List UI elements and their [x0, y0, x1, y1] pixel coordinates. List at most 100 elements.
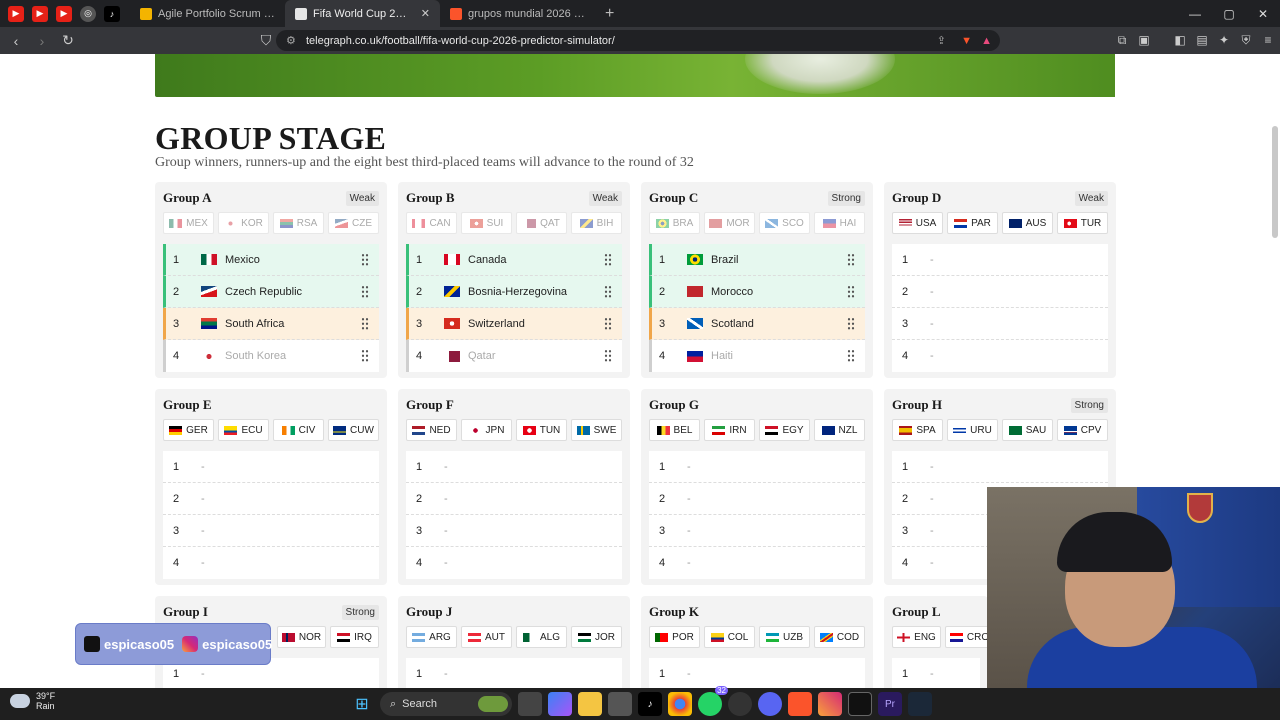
team-chip-cze[interactable]: CZE: [328, 212, 379, 234]
tiktok-app-icon[interactable]: ♪: [638, 692, 662, 716]
page-scrollbar[interactable]: [1272, 126, 1278, 238]
standings-slot[interactable]: 3-: [892, 308, 1108, 340]
team-chip-rsa[interactable]: RSA: [273, 212, 324, 234]
tiktok-pinned-tab-icon[interactable]: ♪: [104, 5, 120, 22]
chess-pinned-tab-icon[interactable]: ◎: [80, 5, 96, 22]
browser-tab[interactable]: Agile Portfolio Scrum 6B - Presentac: [130, 0, 285, 27]
taskbar-search[interactable]: ⌕ Search: [380, 692, 512, 716]
store-icon[interactable]: [608, 692, 632, 716]
team-chip-irn[interactable]: IRN: [704, 419, 755, 441]
team-chip-sui[interactable]: SUI: [461, 212, 512, 234]
windows-start-icon[interactable]: ⊞: [350, 692, 374, 716]
standings-slot[interactable]: 1 Canada: [406, 244, 622, 276]
site-info-icon[interactable]: ⚙: [286, 34, 296, 47]
drag-handle-icon[interactable]: [361, 285, 369, 299]
standings-slot[interactable]: 1 Mexico: [163, 244, 379, 276]
team-chip-aus[interactable]: AUS: [1002, 212, 1053, 234]
team-chip-jpn[interactable]: JPN: [461, 419, 512, 441]
discord-icon[interactable]: [758, 692, 782, 716]
standings-slot[interactable]: 2 Bosnia-Herzegovina: [406, 276, 622, 308]
team-chip-uru[interactable]: URU: [947, 419, 998, 441]
standings-slot[interactable]: 2-: [892, 276, 1108, 308]
team-chip-nor[interactable]: NOR: [277, 626, 326, 648]
drag-handle-icon[interactable]: [604, 253, 612, 267]
standings-slot[interactable]: 1-: [649, 451, 865, 483]
standings-slot[interactable]: 4 Qatar: [406, 340, 622, 372]
standings-slot[interactable]: 2-: [406, 483, 622, 515]
team-chip-irq[interactable]: IRQ: [330, 626, 379, 648]
standings-slot[interactable]: 4 South Korea: [163, 340, 379, 372]
vpn-icon[interactable]: ⛨: [1238, 30, 1254, 50]
team-chip-usa[interactable]: USA: [892, 212, 943, 234]
standings-slot[interactable]: 3-: [649, 515, 865, 547]
team-chip-eng[interactable]: ENG: [892, 626, 941, 648]
url-field[interactable]: ⚙ telegraph.co.uk/football/fifa-world-cu…: [276, 30, 1000, 51]
team-chip-nzl[interactable]: NZL: [814, 419, 865, 441]
close-tab-icon[interactable]: ✕: [421, 7, 430, 20]
team-chip-cod[interactable]: COD: [814, 626, 865, 648]
standings-slot[interactable]: 3 Scotland: [649, 308, 865, 340]
steam-icon[interactable]: [908, 692, 932, 716]
forward-icon[interactable]: ›: [32, 31, 52, 51]
team-chip-par[interactable]: PAR: [947, 212, 998, 234]
brave-browser-icon[interactable]: [788, 692, 812, 716]
browser-tab[interactable]: Fifa World Cup 2026 predictor ar ✕: [285, 0, 440, 27]
back-icon[interactable]: ‹: [6, 31, 26, 51]
standings-slot[interactable]: 2-: [649, 483, 865, 515]
team-chip-bel[interactable]: BEL: [649, 419, 700, 441]
minimize-icon[interactable]: —: [1178, 0, 1212, 27]
team-chip-qat[interactable]: QAT: [516, 212, 567, 234]
standings-slot[interactable]: 1-: [892, 244, 1108, 276]
team-chip-jor[interactable]: JOR: [571, 626, 622, 648]
standings-slot[interactable]: 3-: [163, 515, 379, 547]
maximize-icon[interactable]: ▢: [1212, 0, 1246, 27]
brave-shields-icon[interactable]: ▼: [961, 35, 972, 47]
team-chip-swe[interactable]: SWE: [571, 419, 622, 441]
drag-handle-icon[interactable]: [847, 317, 855, 331]
team-chip-bra[interactable]: BRA: [649, 212, 700, 234]
team-chip-spa[interactable]: SPA: [892, 419, 943, 441]
team-chip-uzb[interactable]: UZB: [759, 626, 810, 648]
team-chip-sau[interactable]: SAU: [1002, 419, 1053, 441]
new-tab-button[interactable]: +: [595, 0, 624, 27]
team-chip-ecu[interactable]: ECU: [218, 419, 269, 441]
team-chip-tur[interactable]: TUR: [1057, 212, 1108, 234]
copilot-icon[interactable]: [548, 692, 572, 716]
team-chip-cpv[interactable]: CPV: [1057, 419, 1108, 441]
drag-handle-icon[interactable]: [847, 253, 855, 267]
team-chip-col[interactable]: COL: [704, 626, 755, 648]
weather-widget[interactable]: 39°F Rain: [10, 691, 55, 711]
standings-slot[interactable]: 1-: [649, 658, 865, 688]
leo-ai-icon[interactable]: ✦: [1216, 30, 1232, 50]
standings-slot[interactable]: 1-: [892, 451, 1108, 483]
team-chip-bih[interactable]: BIH: [571, 212, 622, 234]
capcut-icon[interactable]: [848, 692, 872, 716]
standings-slot[interactable]: 2-: [163, 483, 379, 515]
standings-slot[interactable]: 1 Brazil: [649, 244, 865, 276]
menu-icon[interactable]: ≡: [1260, 30, 1276, 50]
wallet-icon[interactable]: ▤: [1194, 30, 1210, 50]
premiere-pro-icon[interactable]: Pr: [878, 692, 902, 716]
team-chip-cuw[interactable]: CUW: [328, 419, 379, 441]
whatsapp-icon[interactable]: 32: [698, 686, 728, 716]
close-window-icon[interactable]: ✕: [1246, 0, 1280, 27]
team-chip-aut[interactable]: AUT: [461, 626, 512, 648]
team-chip-hai[interactable]: HAI: [814, 212, 865, 234]
standings-slot[interactable]: 1-: [892, 658, 980, 688]
standings-slot[interactable]: 4-: [163, 547, 379, 579]
drag-handle-icon[interactable]: [604, 317, 612, 331]
standings-slot[interactable]: 1-: [163, 451, 379, 483]
team-chip-mor[interactable]: MOR: [704, 212, 755, 234]
standings-slot[interactable]: 4 Haiti: [649, 340, 865, 372]
youtube-pinned-tab-icon[interactable]: ▶: [32, 5, 48, 22]
bookmark-icon[interactable]: ⛉: [256, 31, 276, 51]
task-view-icon[interactable]: [518, 692, 542, 716]
standings-slot[interactable]: 4-: [406, 547, 622, 579]
browser-tab[interactable]: grupos mundial 2026 - Brave Search: [440, 0, 595, 27]
drag-handle-icon[interactable]: [604, 285, 612, 299]
tab-manager-icon[interactable]: ▣: [1136, 30, 1152, 50]
team-chip-cro[interactable]: CRO: [945, 626, 988, 648]
team-chip-ned[interactable]: NED: [406, 419, 457, 441]
clock-app-icon[interactable]: [728, 692, 752, 716]
team-chip-civ[interactable]: CIV: [273, 419, 324, 441]
